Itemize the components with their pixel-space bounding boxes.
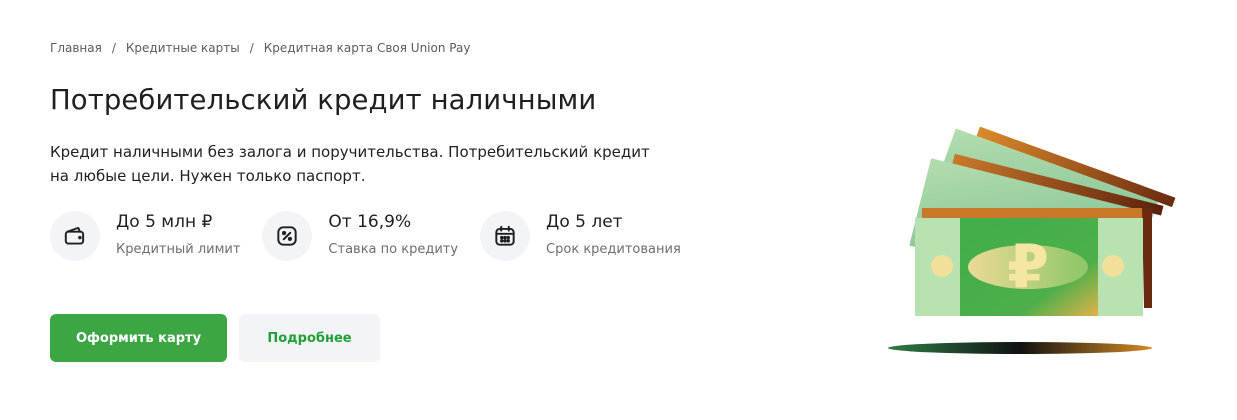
feature-value: До 5 млн ₽ (116, 212, 213, 232)
feature-text: От 16,9% Ставка по кредиту (328, 211, 458, 257)
more-info-button[interactable]: Подробнее (239, 314, 380, 362)
wallet-icon (50, 211, 100, 261)
feature-label: Кредитный лимит (116, 242, 241, 257)
feature-label: Срок кредитования (546, 242, 681, 257)
page-description: Кредит наличными без залога и поручитель… (50, 143, 650, 185)
breadcrumb-link-credit-cards[interactable]: Кредитные карты (126, 41, 240, 55)
breadcrumb-link-union-pay-card[interactable]: Кредитная карта Своя Union Pay (264, 41, 471, 55)
feature-interest-rate: От 16,9% Ставка по кредиту (262, 211, 458, 261)
breadcrumb-separator: / (111, 41, 116, 55)
feature-credit-term: До 5 лет Срок кредитования (480, 211, 681, 261)
features-list: До 5 млн ₽ Кредитный лимит От 16,9% Став… (50, 211, 703, 261)
feature-value: До 5 лет (546, 212, 623, 232)
feature-credit-limit: До 5 млн ₽ Кредитный лимит (50, 211, 240, 261)
feature-text: До 5 лет Срок кредитования (546, 211, 681, 257)
breadcrumb-separator: / (249, 41, 254, 55)
apply-card-button[interactable]: Оформить карту (50, 314, 227, 362)
calendar-icon (480, 211, 531, 261)
feature-value: От 16,9% (328, 212, 412, 232)
ruble-banknotes-icon: ₽ (860, 110, 1180, 370)
ruble-symbol: ₽ (1007, 232, 1049, 302)
percent-icon (262, 211, 313, 261)
breadcrumb: Главная / Кредитные карты / Кредитная ка… (50, 41, 470, 55)
feature-text: До 5 млн ₽ Кредитный лимит (116, 211, 240, 257)
breadcrumb-link-home[interactable]: Главная (50, 41, 102, 55)
page-title: Потребительский кредит наличными (50, 84, 597, 116)
feature-label: Ставка по кредиту (328, 242, 459, 257)
